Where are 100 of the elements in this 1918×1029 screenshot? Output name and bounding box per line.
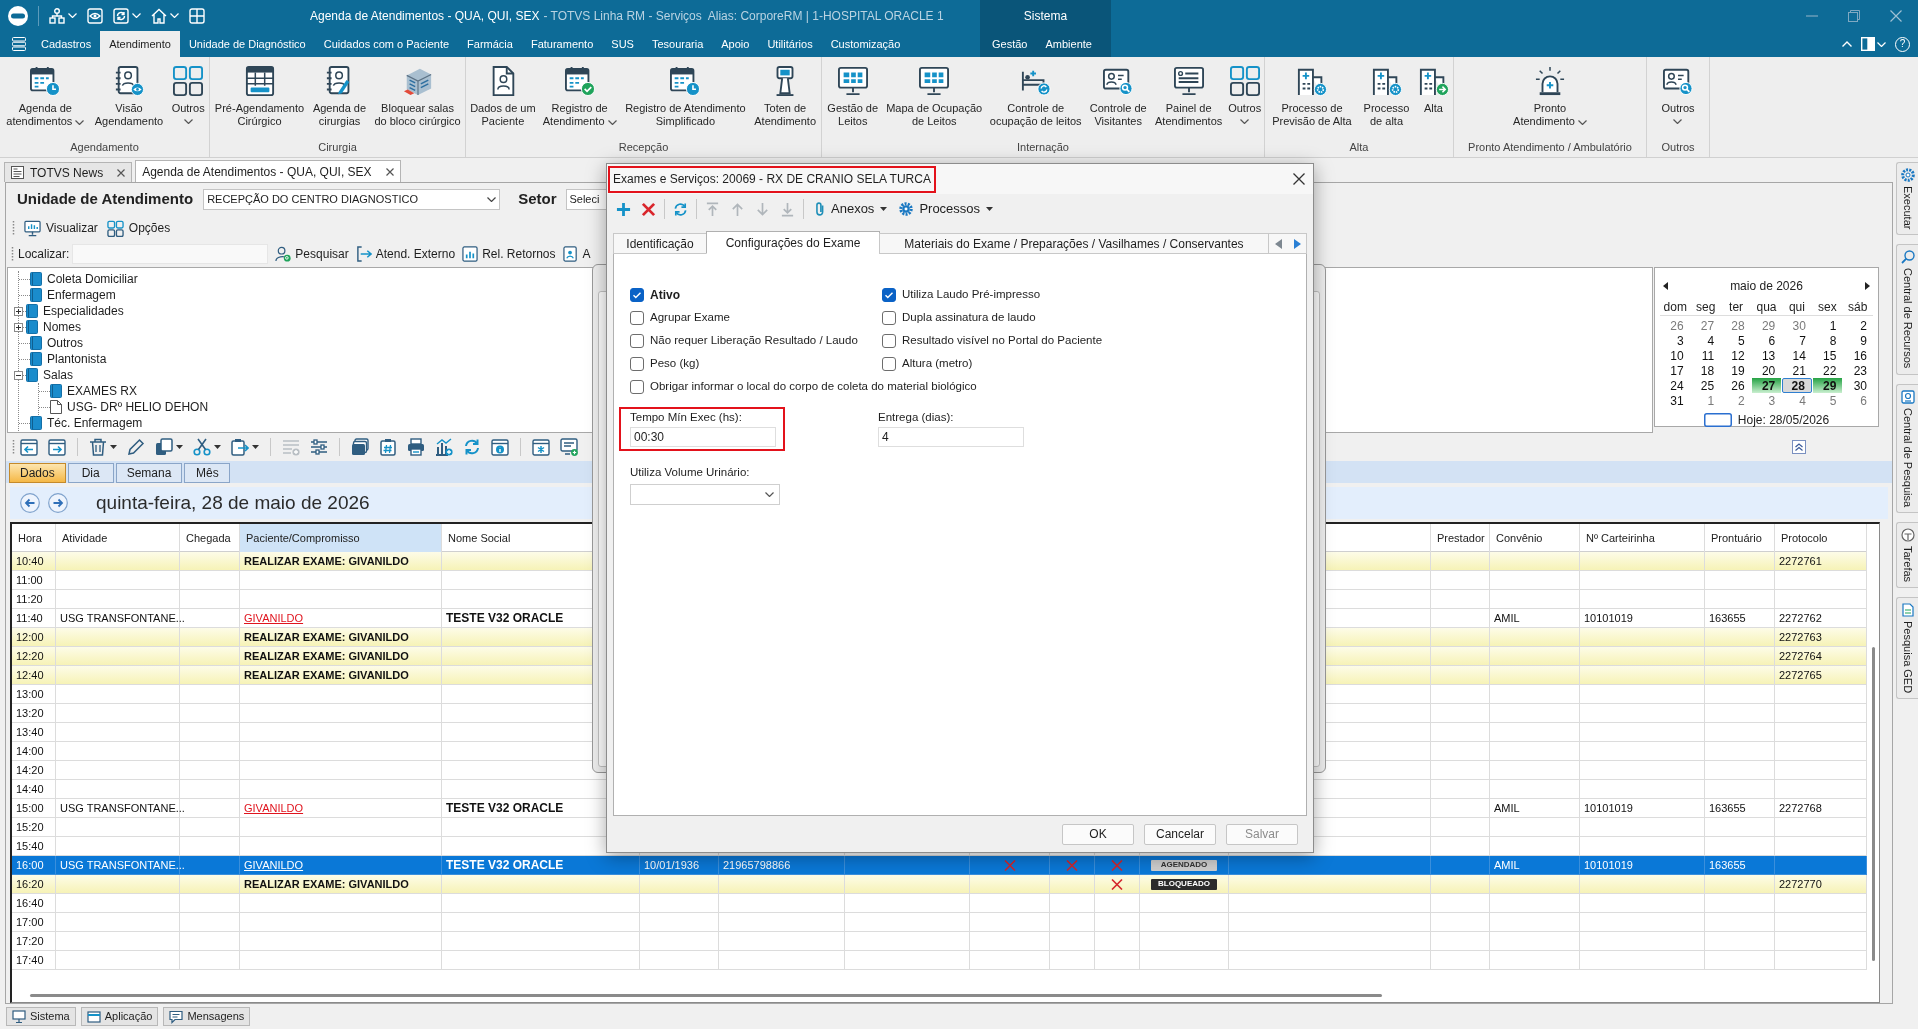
chevron-down-icon[interactable] — [1673, 119, 1683, 124]
checkbox[interactable] — [882, 334, 896, 348]
menu-icon[interactable] — [12, 37, 26, 51]
menu-tab[interactable]: Atendimento — [100, 31, 180, 57]
table-row[interactable]: 16:20 REALIZAR EXAME: GIVANILDO BLOQUEADO 2272770 — [12, 875, 1867, 894]
caret-icon[interactable] — [252, 445, 259, 449]
copy-icon[interactable] — [155, 438, 173, 456]
layout-icon[interactable] — [1861, 37, 1875, 51]
caret-icon[interactable] — [986, 207, 994, 211]
clipboard-grid-icon[interactable] — [379, 438, 397, 456]
pencil-icon[interactable] — [127, 438, 145, 456]
calendar-day[interactable]: 14 — [1782, 348, 1812, 363]
caret-icon[interactable] — [176, 445, 183, 449]
collapse-up-icon[interactable] — [1792, 440, 1806, 454]
dialog-button[interactable]: Cancelar — [1144, 823, 1216, 845]
network-icon[interactable] — [49, 7, 65, 24]
calendar-day[interactable]: 6 — [1751, 333, 1782, 348]
table-row[interactable]: 17:00 — [12, 913, 1867, 932]
tree-item[interactable]: Especialidades — [43, 302, 124, 320]
close-icon[interactable] — [1293, 173, 1305, 185]
grip-handle-icon[interactable] — [12, 220, 15, 236]
side-tab[interactable]: Central de Recursos — [1896, 244, 1918, 375]
calendar-day[interactable]: 12 — [1721, 348, 1751, 363]
calendar-day[interactable]: 21 — [1782, 363, 1812, 378]
calendar-day[interactable]: 1 — [1690, 393, 1721, 408]
ribbon-button[interactable]: Processo de alta — [1360, 66, 1413, 128]
calendar-day[interactable]: 7 — [1782, 333, 1812, 348]
menu-tab[interactable]: Cadastros — [32, 31, 101, 57]
refresh-icon[interactable] — [673, 201, 688, 217]
collapse-icon[interactable] — [14, 370, 23, 380]
toolbar-button[interactable]: A — [562, 245, 591, 263]
eye-icon[interactable] — [87, 7, 103, 24]
caret-icon[interactable] — [110, 445, 117, 449]
side-tab[interactable]: Pesquisa GED — [1896, 596, 1918, 699]
calendar-day[interactable]: 17 — [1660, 363, 1690, 378]
tree-item[interactable]: Téc. Enfermagem — [47, 414, 143, 432]
table-row[interactable]: 17:40 — [12, 951, 1867, 970]
scissors-icon[interactable] — [193, 438, 211, 456]
vertical-scrollbar[interactable] — [1871, 647, 1875, 961]
menu-tab[interactable]: Tesouraria — [642, 31, 713, 57]
add-icon[interactable] — [616, 201, 631, 217]
close-icon[interactable] — [385, 167, 394, 176]
calendar-day[interactable]: 13 — [1751, 348, 1782, 363]
calendar-day[interactable]: 2 — [1721, 393, 1751, 408]
ribbon-button[interactable]: Visão Agendamento — [92, 66, 166, 128]
calendar-day[interactable]: 25 — [1690, 378, 1721, 393]
ribbon-button[interactable]: Painel de Atendimentos — [1151, 66, 1226, 128]
ribbon-button[interactable]: Registro de Atendimento — [539, 66, 620, 128]
menu-tab[interactable]: SUS — [602, 31, 643, 57]
checkbox[interactable] — [630, 288, 644, 302]
calendar-day[interactable]: 10 — [1660, 348, 1690, 363]
calendar-day[interactable]: 5 — [1721, 333, 1751, 348]
expand-icon[interactable] — [14, 322, 23, 332]
calendar-day[interactable]: 20 — [1751, 363, 1782, 378]
scroll-right-icon[interactable] — [1293, 238, 1301, 249]
grid-icon[interactable] — [189, 7, 205, 24]
menu-tab[interactable]: Ambiente — [1036, 31, 1101, 57]
chart-plus-icon[interactable] — [435, 438, 453, 456]
ribbon-button[interactable]: Gestão de Leitos — [823, 66, 882, 128]
toolbar-button[interactable]: Visualizar — [24, 219, 98, 237]
ribbon-button[interactable]: Agenda de atendimentos — [3, 66, 88, 128]
app-logo-icon[interactable] — [8, 5, 28, 26]
calendar-day[interactable]: 23 — [1843, 363, 1873, 378]
calendar-day[interactable]: 29 — [1751, 318, 1782, 333]
chevron-up-icon[interactable] — [1842, 41, 1852, 47]
side-tab[interactable]: Tarefas — [1896, 521, 1918, 588]
checkbox[interactable] — [630, 311, 644, 325]
toolbar-button[interactable]: Pesquisar — [275, 245, 349, 263]
menu-tab[interactable]: Utilitários — [758, 31, 822, 57]
calendar-day[interactable]: 2 — [1843, 318, 1873, 333]
checkbox[interactable] — [630, 334, 644, 348]
ribbon-button[interactable]: Toten de Atendimento — [751, 66, 820, 128]
calendar-day[interactable]: 27 — [1690, 318, 1721, 333]
view-tab[interactable]: Dia — [67, 463, 114, 483]
close-icon[interactable] — [117, 168, 126, 177]
calendar-day[interactable]: 26 — [1660, 318, 1690, 333]
caret-icon[interactable] — [880, 207, 888, 211]
checkbox[interactable] — [882, 288, 896, 302]
status-tab[interactable]: Sistema — [6, 1007, 76, 1026]
ribbon-button[interactable]: Outros — [1227, 66, 1263, 124]
column-header[interactable]: Paciente/Compromisso — [240, 524, 442, 552]
document-tab[interactable]: Agenda de Atendimentos - QUA, QUI, SEX — [135, 160, 401, 182]
ribbon-button[interactable]: Dados de um Paciente — [467, 66, 538, 128]
toolbar-button[interactable]: Opções — [106, 219, 171, 237]
ribbon-button[interactable]: Processo de Previsão de Alta — [1268, 66, 1356, 128]
monitor-plus-icon[interactable] — [560, 438, 578, 456]
view-tab[interactable]: Dados — [9, 463, 66, 483]
horizontal-scrollbar[interactable] — [30, 993, 1382, 997]
trash-icon[interactable] — [89, 438, 107, 456]
calendar-day[interactable]: 31 — [1660, 393, 1690, 408]
dialog-tab[interactable]: Materiais do Exame / Preparações / Vasilhames / Conservantes — [879, 233, 1269, 254]
caret-icon[interactable] — [214, 445, 221, 449]
ribbon-button[interactable]: Mapa de Ocupação de Leitos — [883, 66, 986, 128]
calendar-day[interactable]: 26 — [1721, 378, 1751, 393]
checkbox[interactable] — [630, 380, 644, 394]
calendar-day[interactable]: 24 — [1660, 378, 1690, 393]
dropdown-field[interactable] — [630, 484, 780, 506]
menu-tab[interactable]: Farmácia — [458, 31, 522, 57]
ribbon-button[interactable]: Alta — [1417, 66, 1450, 115]
ribbon-button[interactable]: Agenda de cirurgias — [309, 66, 370, 128]
